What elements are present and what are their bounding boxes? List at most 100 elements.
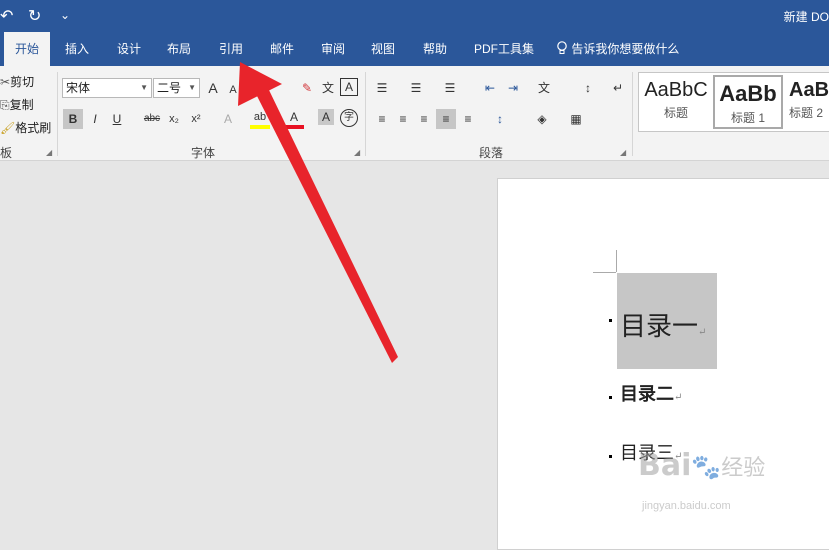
font-dialog-launcher-icon[interactable]: ◢ [354, 148, 360, 157]
align-right-button[interactable]: ≡ [414, 109, 434, 129]
style-heading-2[interactable]: AaB 标题 2 [785, 75, 829, 129]
group-divider [365, 72, 366, 156]
paragraph-dialog-launcher-icon[interactable]: ◢ [620, 148, 626, 157]
watermark-url: jingyan.baidu.com [642, 500, 731, 512]
copy-button[interactable]: ⎘复制 [0, 96, 34, 113]
italic-button[interactable]: I [85, 109, 105, 129]
character-border-button[interactable]: A [340, 78, 358, 96]
styles-gallery: AaBbC 标题 AaBb 标题 1 AaB 标题 2 [638, 72, 829, 132]
borders-button[interactable]: ▦ [566, 109, 586, 129]
tab-design[interactable]: 设计 [108, 32, 150, 66]
chevron-down-icon: ▼ [140, 83, 148, 92]
ribbon-home: ✂剪切 ⎘复制 🖌格式刷 板 ◢ 宋体 ▼ 二号 ▼ A A ✎ 文 A B I… [0, 66, 829, 161]
font-group-label: 字体 [191, 146, 216, 160]
distributed-button[interactable]: ≡ [458, 109, 478, 129]
group-divider [632, 72, 633, 156]
font-name-value: 宋体 [66, 81, 91, 95]
document-title: 新建 DO [783, 10, 829, 24]
doc-heading-line-1[interactable]: 目录一↵ [620, 306, 706, 343]
tab-home[interactable]: 开始 [4, 32, 50, 66]
bullets-button[interactable]: ☰ [372, 78, 392, 98]
shrink-font-button[interactable]: A [223, 80, 243, 100]
style-sample: AaBb [719, 81, 777, 106]
ribbon-tabs: 开始 插入 设计 布局 引用 邮件 审阅 视图 帮助 PDF工具集 告诉我你想要… [0, 32, 829, 66]
superscript-button[interactable]: x² [186, 109, 206, 129]
margin-crop-mark [593, 272, 616, 273]
subscript-button[interactable]: x₂ [164, 109, 184, 129]
bullet-mark [609, 319, 612, 322]
heading-text: 目录一 [620, 312, 699, 342]
heading-text: 目录二 [620, 384, 674, 405]
line-spacing-button[interactable]: ↕ [490, 109, 510, 129]
customize-quick-access-icon[interactable]: ⌄ [60, 8, 70, 22]
tab-layout[interactable]: 布局 [158, 32, 200, 66]
brush-icon: 🖌 [0, 121, 16, 135]
lightbulb-icon [557, 41, 567, 54]
align-left-button[interactable]: ≡ [372, 109, 392, 129]
strikethrough-button[interactable]: abc [140, 109, 164, 129]
format-painter-button[interactable]: 🖌格式刷 [0, 119, 51, 136]
paragraph-mark: ↵ [674, 392, 683, 403]
clipboard-dialog-launcher-icon[interactable]: ◢ [46, 148, 52, 157]
copy-label: 复制 [9, 98, 34, 112]
tab-review[interactable]: 审阅 [312, 32, 354, 66]
tab-insert[interactable]: 插入 [56, 32, 98, 66]
title-bar: ↶ ↻ ⌄ 新建 DO [0, 0, 829, 32]
bullet-mark [609, 396, 612, 399]
style-name: 标题 1 [730, 111, 765, 125]
tab-view[interactable]: 视图 [362, 32, 404, 66]
style-sample: AaB [789, 79, 829, 101]
chevron-down-icon: ▼ [188, 83, 196, 92]
multilevel-list-button[interactable]: ☰ [440, 78, 460, 98]
scissors-icon: ✂ [0, 75, 11, 89]
grow-font-button[interactable]: A [203, 78, 223, 98]
tab-help[interactable]: 帮助 [414, 32, 456, 66]
tab-pdf-tools[interactable]: PDF工具集 [468, 32, 540, 66]
font-name-combo[interactable]: 宋体 ▼ [62, 78, 152, 98]
font-size-combo[interactable]: 二号 ▼ [153, 78, 200, 98]
style-title[interactable]: AaBbC 标题 [641, 75, 711, 129]
decrease-indent-button[interactable]: ⇤ [480, 78, 500, 98]
cut-label: 剪切 [10, 75, 35, 89]
font-size-value: 二号 [157, 81, 182, 95]
character-shading-button[interactable]: A [318, 109, 334, 125]
watermark-logo: Bai [638, 448, 692, 483]
cut-button[interactable]: ✂剪切 [0, 73, 34, 90]
tell-me-text: 告诉我你想要做什么 [571, 42, 680, 56]
style-name: 标题 [663, 106, 688, 120]
numbering-button[interactable]: ☰ [406, 78, 426, 98]
style-sample: AaBbC [644, 79, 708, 101]
clipboard-group-label: 板 [0, 146, 13, 160]
redo-icon[interactable]: ↻ [28, 6, 41, 26]
tab-mailings[interactable]: 邮件 [261, 32, 303, 66]
enclose-characters-button[interactable]: 字 [340, 109, 358, 127]
phonetic-guide-button[interactable]: 文 [318, 78, 338, 98]
sort-button[interactable]: ↕ [578, 78, 598, 98]
paragraph-group-label: 段落 [479, 146, 504, 160]
paragraph-mark: ↵ [698, 327, 707, 338]
clear-formatting-button[interactable]: ✎ [297, 78, 317, 98]
justify-button[interactable]: ≡ [436, 109, 456, 129]
chinese-layout-button[interactable]: 文 [534, 78, 554, 98]
bullet-mark [609, 455, 612, 458]
font-color-button[interactable]: A [284, 109, 304, 129]
show-formatting-marks-button[interactable]: ↵ [608, 78, 628, 98]
tell-me-box[interactable]: 告诉我你想要做什么 [556, 32, 688, 66]
format-painter-label: 格式刷 [15, 121, 52, 135]
watermark-brand: 经验 [721, 455, 766, 480]
style-name: 标题 2 [789, 106, 824, 120]
tab-references[interactable]: 引用 [210, 32, 252, 66]
text-effects-button[interactable]: A [218, 109, 238, 129]
paragraph-shading-button[interactable]: ◈ [532, 109, 552, 129]
undo-icon[interactable]: ↶ [0, 6, 13, 26]
paw-icon: 🐾 [691, 453, 722, 481]
increase-indent-button[interactable]: ⇥ [503, 78, 523, 98]
bold-button[interactable]: B [63, 109, 83, 129]
style-heading-1[interactable]: AaBb 标题 1 [713, 75, 783, 129]
copy-icon: ⎘ [0, 98, 10, 112]
align-center-button[interactable]: ≡ [393, 109, 413, 129]
underline-button[interactable]: U [107, 109, 127, 129]
group-divider [57, 72, 58, 156]
doc-heading-line-2[interactable]: 目录二↵ [620, 380, 682, 406]
highlight-button[interactable]: ab [250, 109, 270, 129]
